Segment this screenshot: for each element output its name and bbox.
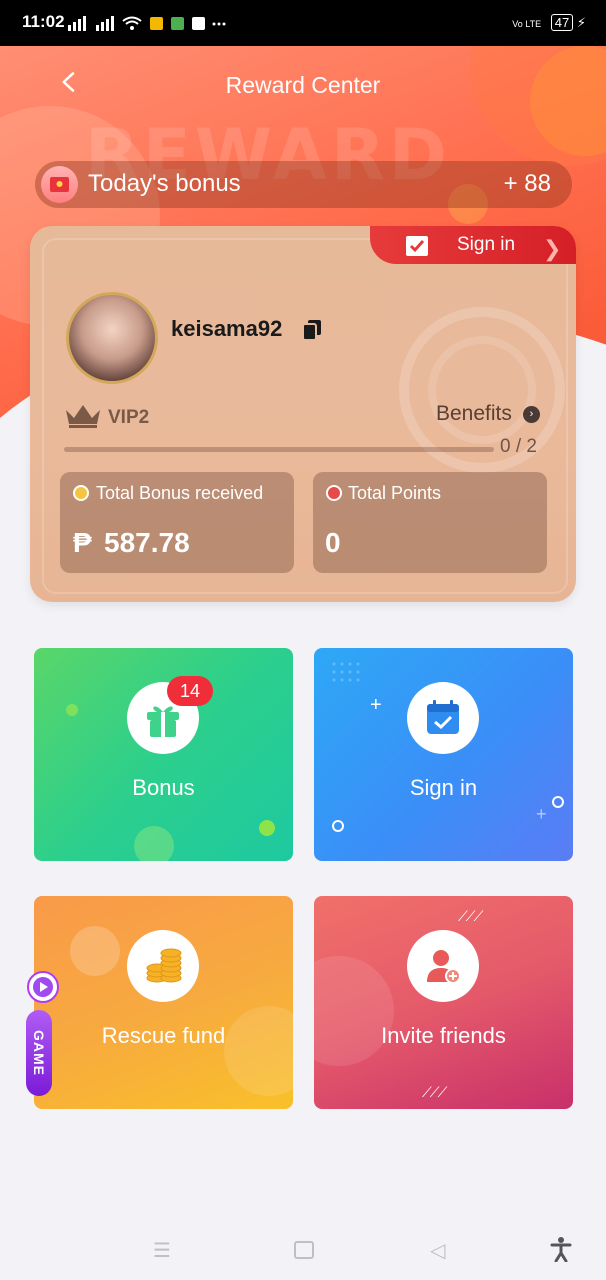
copy-icon[interactable] [302,319,322,341]
coin-icon [73,485,89,501]
chevron-right-icon: ❯ [543,236,562,261]
status-time: 11:02 [22,12,65,31]
decor-bubble [224,1006,293,1096]
avatar[interactable] [66,292,158,384]
benefits-link[interactable]: Benefits [436,402,512,426]
total-points-value: 0 [325,527,341,558]
points-icon [326,485,342,501]
decor-bubble [134,826,174,861]
vip-level: VIP2 [108,407,150,428]
calendar-icon-circle [407,682,479,754]
coins-icon-circle [127,930,199,1002]
status-bar: 11:02 Vo LTE 47 ⚡ [0,0,606,46]
vip-progress-text: 0 / 2 [500,436,537,457]
game-floating-tab[interactable]: GAME [26,1010,52,1096]
total-points-label: Total Points [348,483,442,503]
status-icons [68,16,226,31]
rescue-fund-tile-label: Rescue fund [101,1023,226,1048]
accessibility-icon[interactable] [550,1236,572,1262]
decor-dots [332,662,360,682]
total-bonus-currency: ₱ [73,527,92,558]
vip-progress-bar [64,447,494,452]
username: keisama92 [171,316,283,341]
add-user-icon-circle [407,930,479,1002]
total-bonus-label: Total Bonus received [96,483,264,503]
decor-dot [66,704,78,716]
decor-ring [332,820,344,832]
coins-icon [146,948,182,983]
home-icon[interactable] [294,1241,314,1259]
page-title: Reward Center [225,72,381,98]
checkbox-icon [406,236,428,256]
total-bonus-value: 587.78 [104,527,190,558]
sign-in-tile[interactable]: + + Sign in [314,648,573,861]
add-user-icon [427,950,461,984]
invite-friends-tile[interactable]: ⟋⟋⟋ ⟋⟋⟋ Invite friends [314,896,573,1109]
card-watermark-emblem [399,307,565,473]
arrow-right-circle-icon[interactable]: › [523,406,540,423]
network-label: Vo LTE [512,19,542,29]
decor-lines: ⟋⟋⟋ [458,908,483,924]
todays-bonus-label: Today's bonus [88,170,241,197]
invite-friends-tile-label: Invite friends [381,1023,506,1048]
game-play-button[interactable] [27,971,59,1003]
sign-in-tab-label: Sign in [457,234,516,255]
red-envelope-icon [41,166,78,203]
menu-icon[interactable]: ☰ [153,1238,171,1263]
back-triangle-icon[interactable]: ◁ [430,1238,445,1263]
rescue-fund-tile[interactable]: Rescue fund [34,896,293,1109]
calendar-check-icon [427,700,459,734]
bonus-tile-label: Bonus [132,775,195,800]
notification-badge: 14 [167,676,213,706]
decor-plus: + [370,694,382,716]
status-right: Vo LTE 47 ⚡ [512,14,586,31]
sign-in-tile-label: Sign in [409,775,478,800]
decor-bubble [314,956,394,1066]
battery-indicator: 47 [550,14,574,31]
bonus-tile[interactable]: Bonus [34,648,293,861]
crown-icon [66,405,100,428]
decor-plus: + [536,804,547,824]
todays-bonus-value: + 88 [503,170,551,197]
decor-dot [259,820,275,836]
decor-bubble [70,926,120,976]
charging-icon: ⚡ [576,15,586,30]
decor-lines: ⟋⟋⟋ [422,1084,447,1100]
